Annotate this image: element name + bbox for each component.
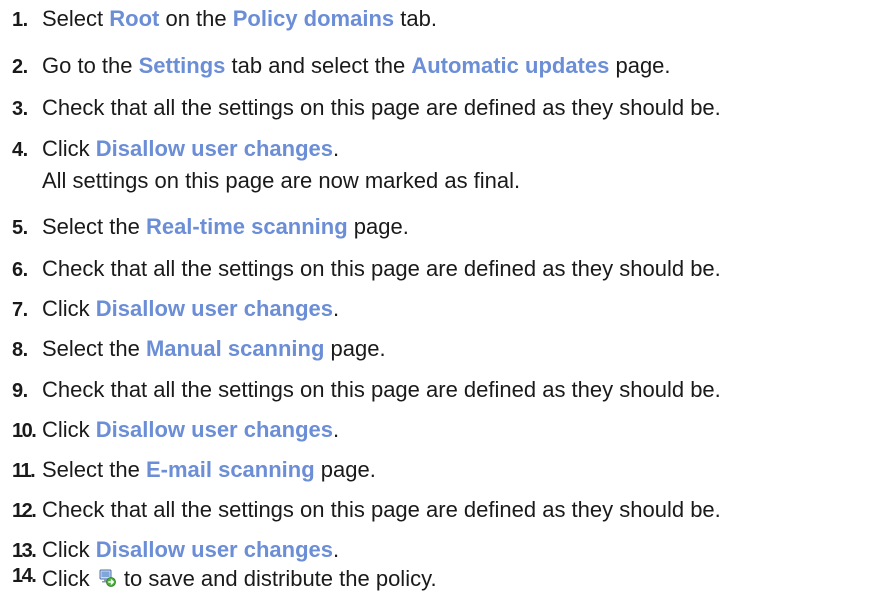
step-number: 8.: [12, 339, 28, 361]
ui-term-disallow-user-changes: Disallow user changes: [95, 136, 333, 161]
ui-term-settings: Settings: [138, 53, 226, 78]
step-number: 7.: [12, 299, 28, 321]
ui-term-disallow-user-changes: Disallow user changes: [95, 296, 333, 321]
step-number: 5.: [12, 217, 28, 239]
step-number: 3.: [12, 98, 28, 120]
step-text: Check that all the settings on this page…: [42, 256, 721, 281]
ui-term-real-time-scanning: Real-time scanning: [145, 214, 348, 239]
step-text: Click to save and distribute the policy.: [42, 566, 437, 591]
ui-term-disallow-user-changes: Disallow user changes: [95, 417, 333, 442]
step-text: Select the E-mail scanning page.: [42, 457, 376, 482]
step-text: Click Disallow user changes.: [42, 296, 340, 321]
step-number: 11.: [12, 460, 36, 482]
step-number: 14.: [12, 565, 37, 587]
step-number: 13.: [12, 540, 37, 562]
step-number: 2.: [12, 56, 28, 78]
step-number: 10.: [12, 420, 37, 442]
ui-term-disallow-user-changes: Disallow user changes: [95, 537, 333, 562]
step-text: Click Disallow user changes.: [42, 417, 340, 442]
step-text: Click Disallow user changes.: [42, 537, 340, 562]
step-text: Select the Real-time scanning page.: [42, 214, 409, 239]
step-text: Check that all the settings on this page…: [42, 95, 721, 120]
ui-term-automatic-updates: Automatic updates: [411, 53, 610, 78]
ui-term-manual-scanning: Manual scanning: [145, 336, 325, 361]
ui-term-root: Root: [109, 6, 160, 31]
step-text: Select the Manual scanning page.: [42, 336, 386, 361]
step-text: Check that all the settings on this page…: [42, 497, 721, 522]
step-text: Select Root on the Policy domains tab.: [42, 6, 437, 31]
step-text: Go to the Settings tab and select the Au…: [42, 53, 671, 78]
ui-term-e-mail-scanning: E-mail scanning: [145, 457, 315, 482]
step-text: Check that all the settings on this page…: [42, 377, 721, 402]
step-number: 1.: [12, 9, 28, 31]
step-number: 4.: [12, 139, 28, 161]
step-number: 12.: [12, 500, 37, 522]
distribute-policy-icon: [98, 567, 116, 587]
step-text: Click Disallow user changes.: [42, 136, 340, 161]
step-number: 9.: [12, 380, 28, 402]
step-result-note: All settings on this page are now marked…: [42, 168, 521, 193]
step-number: 6.: [12, 259, 28, 281]
ui-term-policy-domains: Policy domains: [232, 6, 395, 31]
